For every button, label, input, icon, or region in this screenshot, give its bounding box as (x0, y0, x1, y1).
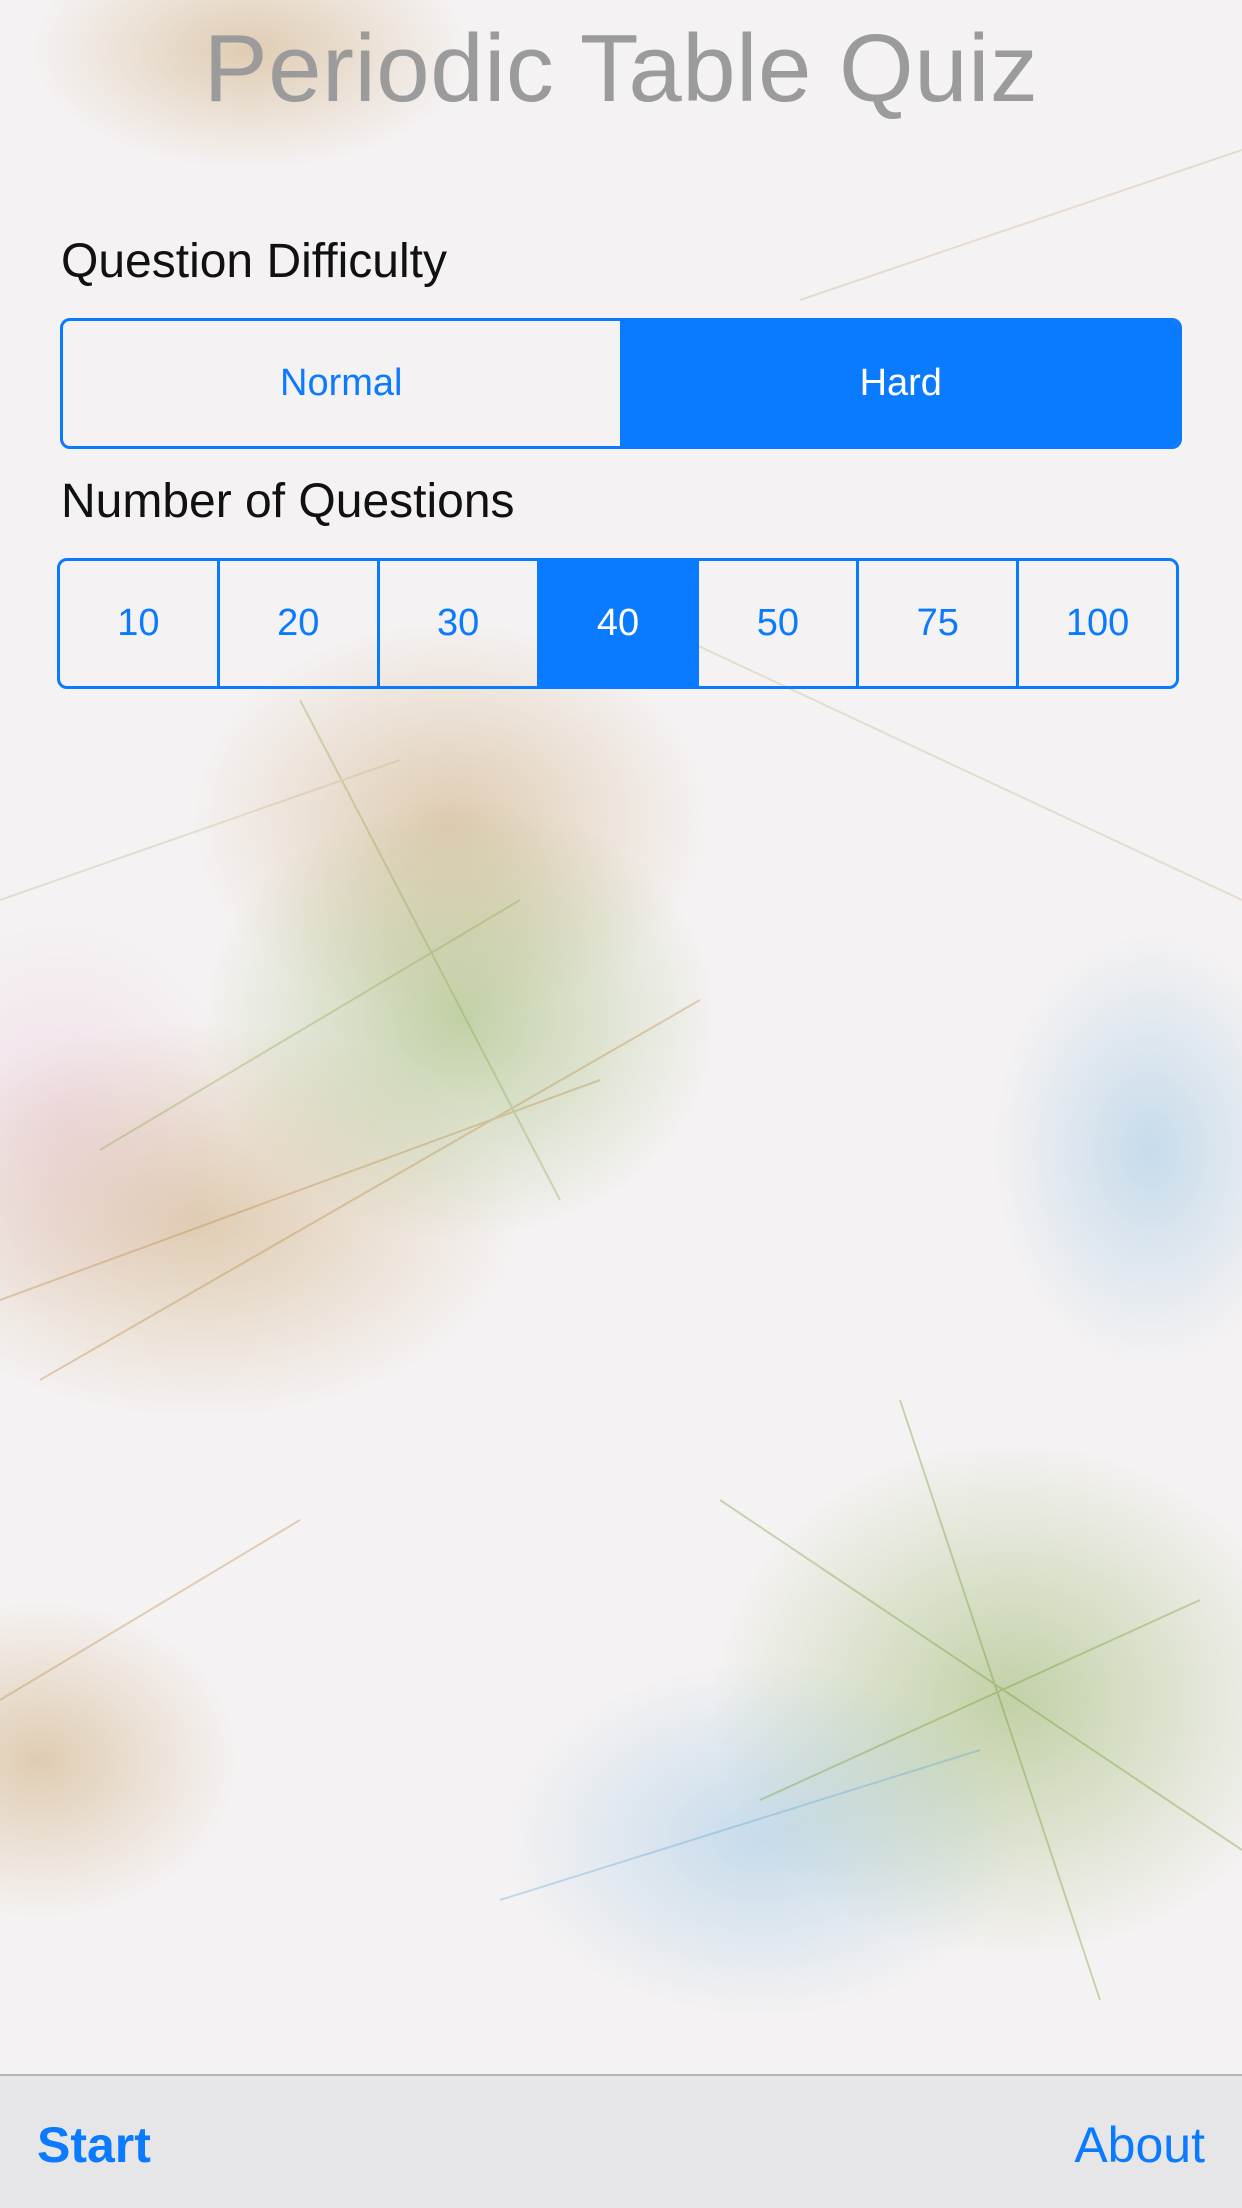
question-count-label: Number of Questions (61, 475, 515, 528)
background-texture-art (0, 0, 1242, 2074)
question-count-option-30[interactable]: 30 (376, 561, 537, 686)
question-count-option-100[interactable]: 100 (1016, 561, 1176, 686)
difficulty-option-hard[interactable]: Hard (619, 321, 1179, 446)
difficulty-label: Question Difficulty (61, 235, 447, 288)
question-count-option-40[interactable]: 40 (536, 561, 697, 686)
background-texture (0, 0, 1242, 2074)
difficulty-segmented-control: Normal Hard (60, 318, 1182, 449)
question-count-option-10[interactable]: 10 (60, 561, 217, 686)
question-count-option-75[interactable]: 75 (856, 561, 1016, 686)
difficulty-option-normal[interactable]: Normal (63, 321, 620, 446)
start-button[interactable]: Start (37, 2116, 151, 2174)
bottom-toolbar: Start About (0, 2074, 1242, 2208)
question-count-option-50[interactable]: 50 (696, 561, 856, 686)
about-button[interactable]: About (1074, 2116, 1205, 2174)
question-count-option-20[interactable]: 20 (216, 561, 377, 686)
app-title: Periodic Table Quiz (203, 15, 1039, 122)
question-count-segmented-control: 10 20 30 40 50 75 100 (57, 558, 1179, 689)
